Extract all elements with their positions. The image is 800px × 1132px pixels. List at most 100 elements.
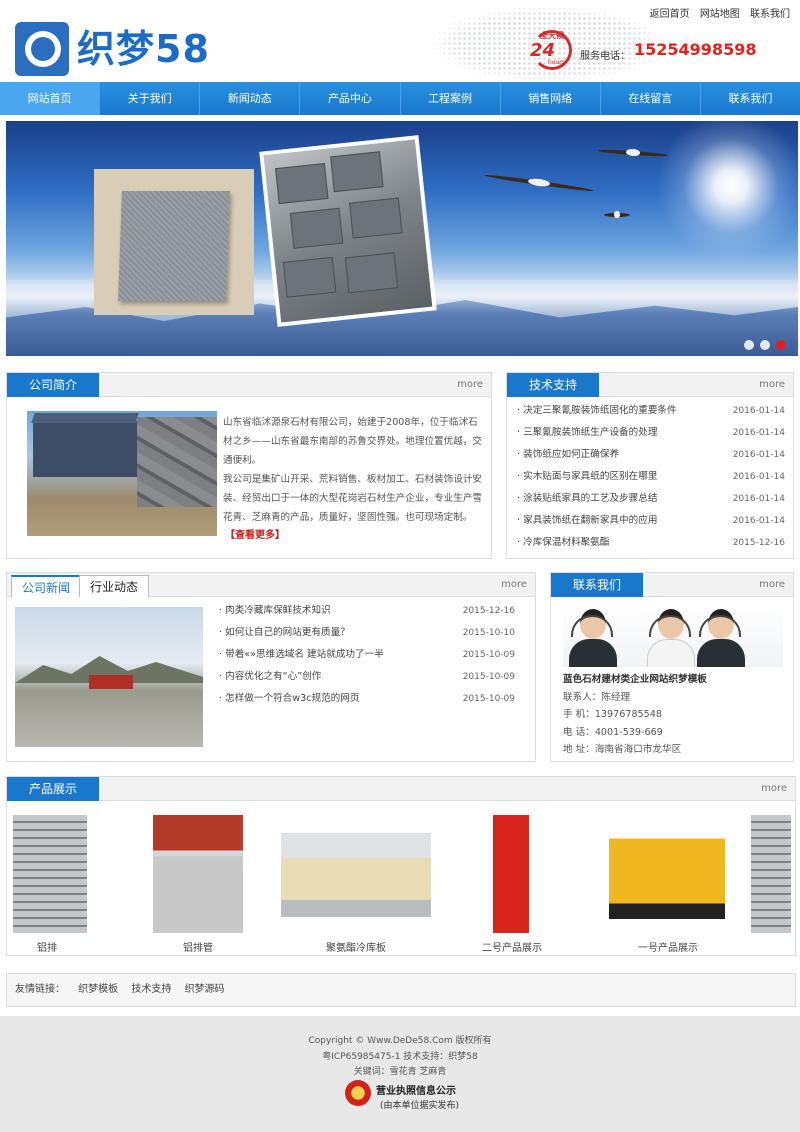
contact-info: 蓝色石材建材类企业网站织梦模板 联系人：陈经理 手 机：13976785548 … xyxy=(563,671,707,759)
item-title: · 家具装饰纸在翻新家具中的应用 xyxy=(517,515,658,526)
top-link-contact[interactable]: 联系我们 xyxy=(750,9,790,20)
item-date: 2015-10-10 xyxy=(462,628,515,638)
license-subtitle: (由本单位据实发布) xyxy=(380,1101,460,1111)
item-date: 2016-01-14 xyxy=(732,406,785,416)
top-link-sitemap[interactable]: 网站地图 xyxy=(700,9,740,20)
badge-number: 24 xyxy=(530,40,556,61)
list-item[interactable]: · 实木贴面与家具纸的区别在哪里 2016-01-14 xyxy=(517,466,785,488)
intro-more-link[interactable]: more xyxy=(457,379,483,390)
list-item[interactable]: · 如何让自己的网站更有质量？ 2015-10-10 xyxy=(219,622,515,644)
top-links: 返回首页 网站地图 联系我们 xyxy=(643,5,790,20)
nav-item-about[interactable]: 关于我们 xyxy=(100,82,201,115)
slider-dot[interactable] xyxy=(760,340,770,350)
tab-industry-news[interactable]: 行业动态 xyxy=(79,575,150,597)
eagle-graphic xyxy=(597,148,669,158)
main-nav: 网站首页 关于我们 新闻动态 产品中心 工程案例 销售网络 在线留言 联系我们 xyxy=(0,82,800,115)
product-card[interactable]: 一号产品展示 xyxy=(603,815,733,955)
product-card[interactable] xyxy=(751,815,791,955)
news-more-link[interactable]: more xyxy=(501,579,527,590)
product-image xyxy=(153,815,243,933)
product-card[interactable]: 铝排 xyxy=(11,815,87,955)
list-item[interactable]: · 怎样做一个符合w3c规范的网页 2015-10-09 xyxy=(219,688,515,710)
list-item[interactable]: · 肉类冷藏库保鲜技术知识 2015-12-16 xyxy=(219,600,515,622)
hotline-label: 服务电话： xyxy=(580,51,630,62)
list-item[interactable]: · 装饰纸应如何正确保养 2016-01-14 xyxy=(517,444,785,466)
list-item[interactable]: · 三聚氰胺装饰纸生产设备的处理 2016-01-14 xyxy=(517,422,785,444)
slider-dots xyxy=(744,340,786,350)
sun-graphic xyxy=(656,121,798,261)
hotline-number: 15254998598 xyxy=(634,40,757,59)
list-item[interactable]: · 冷库保温材料聚氨酯 2015-12-16 xyxy=(517,532,785,554)
badge-hours: hours xyxy=(548,59,565,66)
customer-service-photo xyxy=(563,605,783,667)
item-date: 2016-01-14 xyxy=(732,516,785,526)
tech-title: 技术支持 xyxy=(507,373,600,397)
nav-item-home[interactable]: 网站首页 xyxy=(0,82,101,115)
slider-dot[interactable] xyxy=(744,340,754,350)
contact-mobile: 手 机：13976785548 xyxy=(563,709,662,720)
intro-title: 公司简介 xyxy=(7,373,100,397)
item-title: · 决定三聚氰胺装饰纸固化的重要条件 xyxy=(517,405,677,416)
product-image xyxy=(281,833,431,917)
products-panel: 产品展示 more 铝排 铝排管 聚氨酯冷库板 二号产品展示 一号产品展示 xyxy=(6,776,796,956)
product-card[interactable]: 聚氨酯冷库板 xyxy=(281,815,431,955)
footer: Copyright © Www.DeDe58.Com 版权所有 粤ICP6598… xyxy=(0,1016,800,1132)
item-title: · 肉类冷藏库保鲜技术知识 xyxy=(219,605,331,616)
contact-person: 联系人：陈经理 xyxy=(563,691,631,703)
nav-item-message[interactable]: 在线留言 xyxy=(601,82,701,115)
24-hours-badge-icon: 全天候 24 hours xyxy=(526,28,578,70)
nav-item-products[interactable]: 产品中心 xyxy=(300,82,401,115)
contact-panel: 联系我们 more 蓝色石材建材类企业网站织梦模板 联系人：陈经理 手 机：13… xyxy=(550,572,794,762)
list-item[interactable]: · 家具装饰纸在翻新家具中的应用 2016-01-14 xyxy=(517,510,785,532)
list-item[interactable]: · 内容优化之有“心”创作 2015-10-09 xyxy=(219,666,515,688)
product-name: 聚氨酯冷库板 xyxy=(326,943,386,954)
item-date: 2016-01-14 xyxy=(732,428,785,438)
stone-blocks-photo xyxy=(259,135,437,327)
logo-mark-icon xyxy=(15,22,69,76)
nav-item-news[interactable]: 新闻动态 xyxy=(200,82,301,115)
intro-paragraph: 山东省临沭源泉石材有限公司，始建于2008年，位于临沭石材之乡——山东省最东南部… xyxy=(223,417,483,466)
footer-icp: 粤ICP65985475-1 技术支持：织梦58 xyxy=(322,1052,478,1062)
granite-tile-photo xyxy=(94,169,254,315)
tech-more-link[interactable]: more xyxy=(759,379,785,390)
friend-link[interactable]: 织梦源码 xyxy=(185,984,225,995)
contact-title: 联系我们 xyxy=(551,573,644,597)
license-link[interactable]: 营业执照信息公示 xyxy=(376,1082,456,1097)
contact-more-link[interactable]: more xyxy=(759,579,785,590)
nav-item-sales[interactable]: 销售网络 xyxy=(501,82,601,115)
item-title: · 怎样做一个符合w3c规范的网页 xyxy=(219,693,360,704)
item-title: · 装饰纸应如何正确保养 xyxy=(517,449,620,460)
tech-panel: 技术支持 more · 决定三聚氰胺装饰纸固化的重要条件 2016-01-14 ·… xyxy=(506,372,794,559)
product-card[interactable]: 铝排管 xyxy=(153,815,243,955)
contact-tel: 电 话：4001-539-669 xyxy=(563,726,663,738)
item-date: 2015-12-16 xyxy=(462,606,515,616)
friend-link[interactable]: 织梦模板 xyxy=(78,984,118,995)
slider-dot-active[interactable] xyxy=(776,340,786,350)
nav-item-cases[interactable]: 工程案例 xyxy=(401,82,501,115)
tab-company-news[interactable]: 公司新闻 xyxy=(11,575,82,597)
news-photo xyxy=(15,607,203,747)
list-item[interactable]: · 涂装贴纸家具的工艺及步骤总结 2016-01-14 xyxy=(517,488,785,510)
item-title: · 三聚氰胺装饰纸生产设备的处理 xyxy=(517,427,658,438)
read-more-link[interactable]: 【查看更多】 xyxy=(225,526,285,541)
header: 返回首页 网站地图 联系我们 织梦58 全天候 24 hours 服务电话： 1… xyxy=(0,0,800,82)
item-title: · 内容优化之有“心”创作 xyxy=(219,671,322,682)
product-image xyxy=(481,815,541,933)
tech-list: · 决定三聚氰胺装饰纸固化的重要条件 2016-01-14 · 三聚氰胺装饰纸生产… xyxy=(517,400,785,554)
hero-banner[interactable] xyxy=(6,121,798,356)
logo-text: 织梦58 xyxy=(77,27,210,71)
contact-address: 地 址：海南省海口市龙华区 xyxy=(563,744,682,755)
footer-keywords: 关键词：雪花青 芝麻青 xyxy=(353,1067,447,1077)
intro-panel: 公司简介 more 山东省临沭源泉石材有限公司，始建于2008年，位于临沭石材之… xyxy=(6,372,492,559)
list-item[interactable]: · 带着«»思维选域名 建站就成功了一半 2015-10-09 xyxy=(219,644,515,666)
list-item[interactable]: · 决定三聚氰胺装饰纸固化的重要条件 2016-01-14 xyxy=(517,400,785,422)
product-image xyxy=(13,815,87,933)
product-name: 一号产品展示 xyxy=(638,943,698,954)
item-date: 2015-10-09 xyxy=(462,650,515,660)
product-card[interactable]: 二号产品展示 xyxy=(447,815,577,955)
friend-link[interactable]: 技术支持 xyxy=(131,984,171,995)
products-more-link[interactable]: more xyxy=(761,783,787,794)
nav-item-contact[interactable]: 联系我们 xyxy=(701,82,800,115)
item-date: 2016-01-14 xyxy=(732,472,785,482)
item-title: · 涂装贴纸家具的工艺及步骤总结 xyxy=(517,493,658,504)
